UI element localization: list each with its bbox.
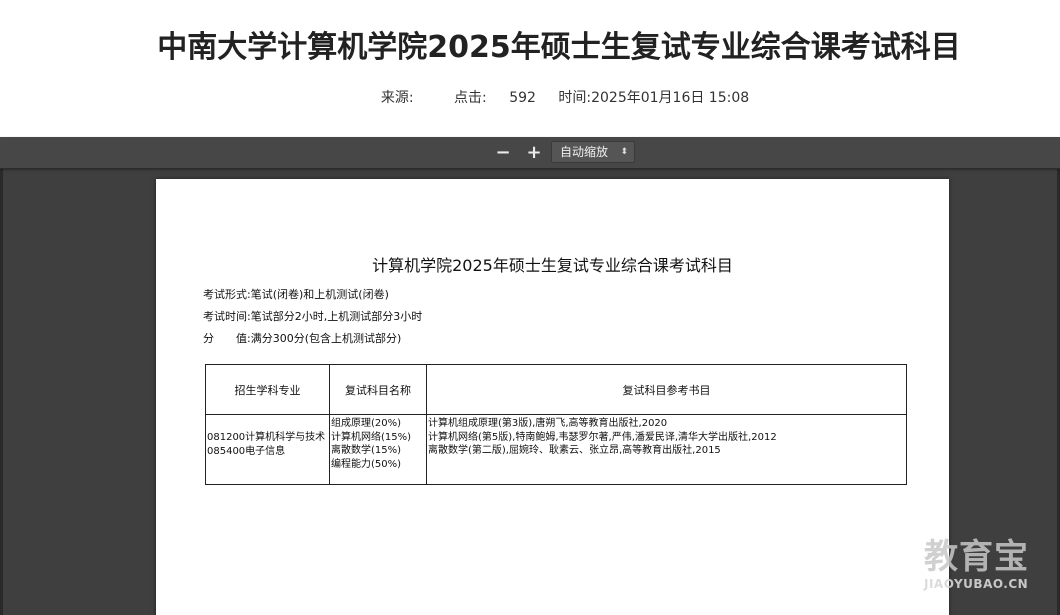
article-title: 中南大学计算机学院2025年硕士生复试专业综合课考试科目 (157, 30, 961, 65)
article-meta: 来源: 点击: 592 时间:2025年01月16日 15:08 (0, 87, 1060, 107)
major-item: 081200计算机科学与技术 (207, 432, 326, 443)
source-label: 来源: (380, 90, 414, 106)
exam-score-line: 分 值:满分300分(包含上机测试部分) (203, 332, 402, 345)
clicks-label: 点击: (454, 90, 487, 106)
majors-cell: 081200计算机科学与技术 085400电子信息 (205, 414, 330, 485)
book-item: 离散数学(第二版),屈婉玲、耿素云、张立昂,高等教育出版社,2015 (428, 445, 721, 456)
major-item: 085400电子信息 (207, 445, 286, 457)
header-major: 招生学科专业 (205, 364, 330, 415)
subject-item: 编程能力(50%) (331, 458, 402, 470)
subject-item: 离散数学(15%) (331, 445, 402, 456)
viewer-toolbar: − + 自动缩放 ⬍ (0, 137, 1060, 169)
book-item: 计算机网络(第5版),特南鲍姆,韦瑟罗尔著,严伟,潘爱民译,清华大学出版社,20… (428, 431, 777, 443)
pdf-page: 计算机学院2025年硕士生复试专业综合课考试科目 考试形式:笔试(闭卷)和上机测… (156, 179, 949, 615)
select-arrows-icon: ⬍ (620, 147, 628, 157)
exam-time-line: 考试时间:笔试部分2小时,上机测试部分3小时 (203, 310, 423, 323)
watermark-main: 教育宝 (924, 537, 1029, 577)
exam-format-line: 考试形式:笔试(闭卷)和上机测试(闭卷) (203, 288, 389, 301)
document-title: 计算机学院2025年硕士生复试专业综合课考试科目 (372, 256, 733, 275)
subjects-cell: 组成原理(20%) 计算机网络(15%) 离散数学(15%) 编程能力(50%) (329, 414, 427, 485)
zoom-select-value: 自动缩放 (560, 145, 609, 159)
exam-subjects-table: 招生学科专业 复试科目名称 复试科目参考书目 081200计算机科学与技术 08… (205, 364, 907, 485)
time-label: 时间: (558, 90, 592, 106)
subject-item: 组成原理(20%) (331, 418, 402, 429)
zoom-out-button[interactable]: − (491, 142, 515, 164)
subject-item: 计算机网络(15%) (331, 431, 412, 443)
header-books: 复试科目参考书目 (426, 364, 907, 415)
zoom-select[interactable]: 自动缩放 ⬍ (551, 141, 635, 163)
time-value: 2025年01月16日 15:08 (591, 90, 750, 106)
table-header-row: 招生学科专业 复试科目名称 复试科目参考书目 (205, 364, 907, 415)
books-cell: 计算机组成原理(第3版),唐朔飞,高等教育出版社,2020 计算机网络(第5版)… (426, 414, 907, 485)
header-subject: 复试科目名称 (329, 364, 427, 415)
site-watermark: 教育宝 JIAOYUBAO.CN (924, 537, 1044, 597)
watermark-sub: JIAOYUBAO.CN (924, 577, 1029, 591)
book-item: 计算机组成原理(第3版),唐朔飞,高等教育出版社,2020 (428, 418, 668, 429)
clicks-value: 592 (509, 90, 536, 106)
viewer-frame-left (0, 137, 3, 615)
table-row: 081200计算机科学与技术 085400电子信息 组成原理(20%) 计算机网… (205, 414, 907, 485)
zoom-in-button[interactable]: + (522, 142, 546, 164)
